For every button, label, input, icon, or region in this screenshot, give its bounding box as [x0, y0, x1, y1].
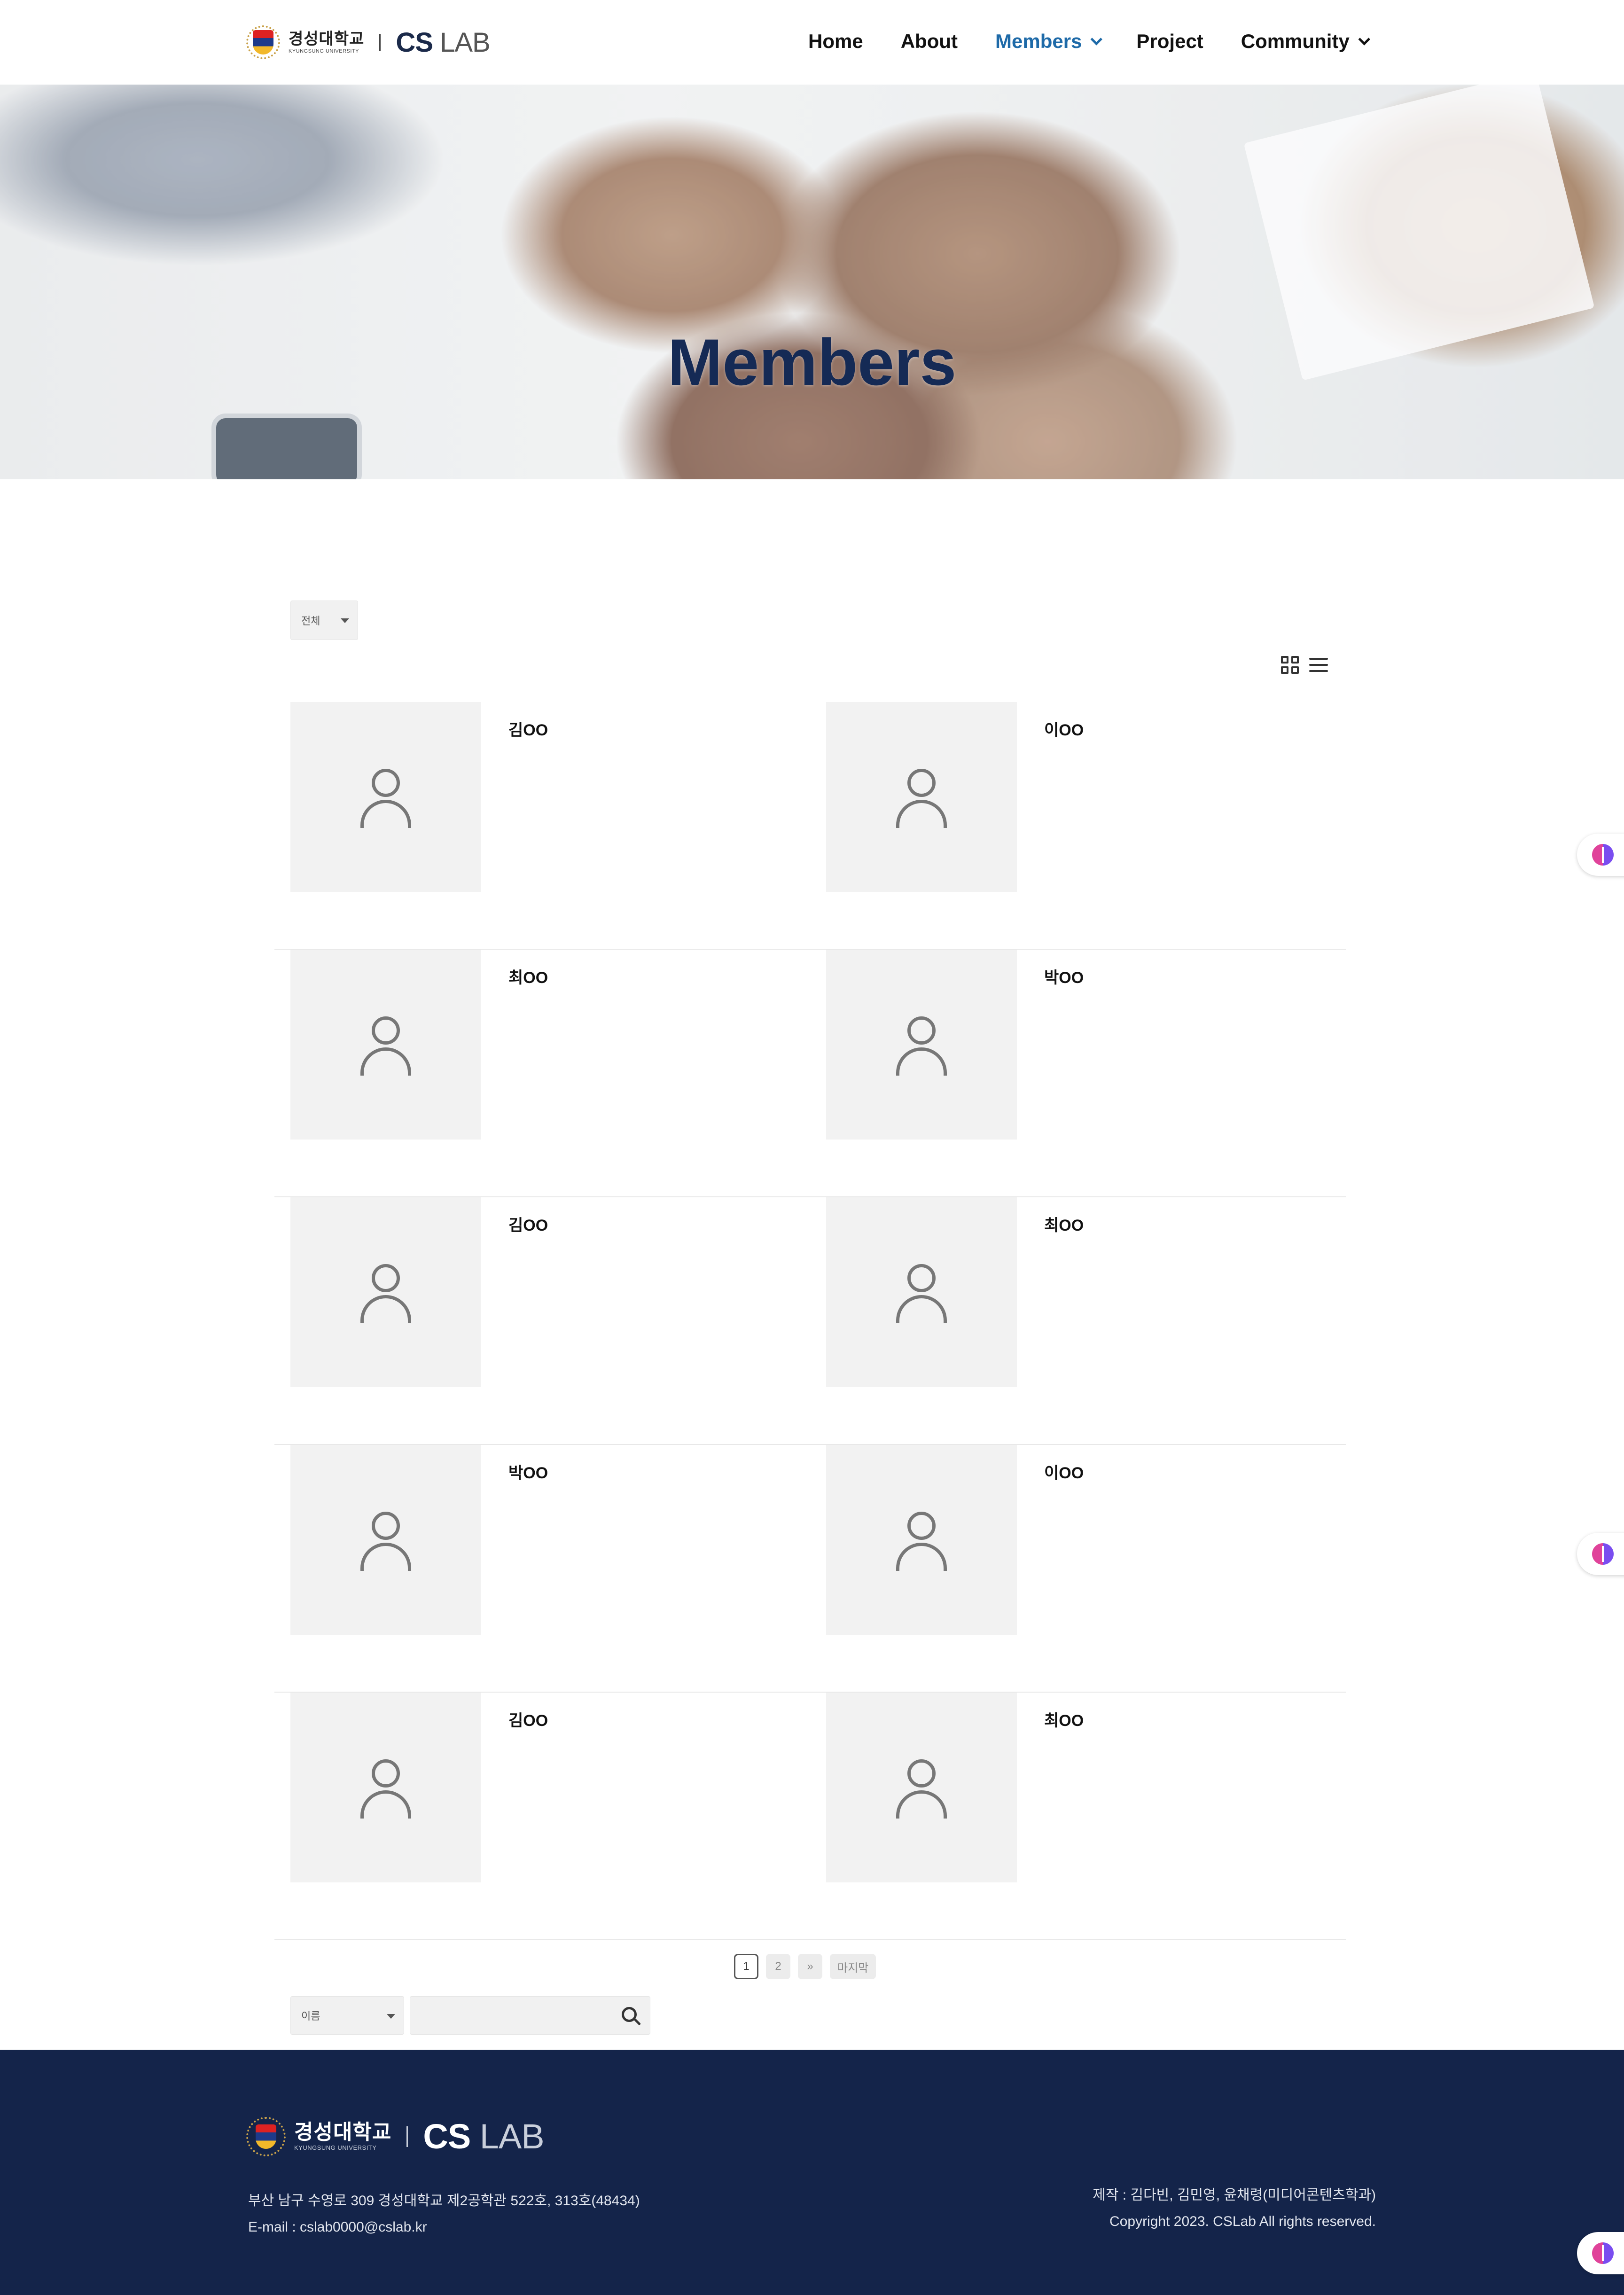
chevron-down-icon [1358, 33, 1370, 46]
member-row: 김OO 이OO [274, 702, 1346, 950]
user-icon [893, 1016, 950, 1076]
member-name[interactable]: 이OO [1044, 717, 1084, 740]
member-photo-placeholder [290, 1693, 481, 1882]
footer-contact: 부산 남구 수영로 309 경성대학교 제2공학관 522호, 313호(484… [248, 2188, 640, 2240]
floating-assistant-button[interactable] [1577, 1533, 1624, 1575]
member-card[interactable]: 김OO [290, 1197, 807, 1387]
brain-icon [1592, 1543, 1614, 1565]
nav-members[interactable]: Members [995, 30, 1103, 53]
member-photo-placeholder [290, 702, 481, 892]
next-page-button[interactable]: » [798, 1954, 822, 1979]
member-name[interactable]: 최OO [1044, 1708, 1084, 1731]
user-icon [358, 1016, 414, 1076]
footer-email: E-mail : cslab0000@cslab.kr [248, 2219, 427, 2235]
member-list: 김OO 이OO 최OO 박OO 김OO 최OO 박OO 이OO 김OO 최OO [274, 702, 1346, 1940]
user-icon [893, 769, 950, 828]
member-name[interactable]: 박OO [508, 1460, 548, 1483]
member-row: 김OO 최OO [274, 1693, 1346, 1940]
university-name-en: KYUNGSUNG UNIVERSITY [294, 2144, 377, 2151]
user-icon [358, 1512, 414, 1571]
member-card[interactable]: 최OO [290, 950, 807, 1140]
university-name-en: KYUNGSUNG UNIVERSITY [289, 48, 359, 54]
university-name-ko: 경성대학교 [289, 30, 365, 48]
floating-assistant-button[interactable] [1577, 2232, 1624, 2274]
logo-divider [406, 2126, 408, 2147]
chevron-down-icon [1090, 33, 1103, 46]
member-photo-placeholder [290, 1445, 481, 1635]
member-card[interactable]: 이OO [826, 1445, 1343, 1635]
grid-view-icon[interactable] [1281, 656, 1299, 674]
category-filter-select[interactable]: 전체 [290, 601, 358, 640]
nav-community[interactable]: Community [1241, 30, 1370, 53]
search-input[interactable] [410, 1996, 650, 2035]
pagination: 1 2 » 마지막 [734, 1954, 876, 1979]
site-header: 경성대학교 KYUNGSUNG UNIVERSITY CS LAB Home A… [0, 0, 1624, 85]
member-card[interactable]: 김OO [290, 702, 807, 892]
footer-copyright: Copyright 2023. CSLab All rights reserve… [1109, 2214, 1376, 2229]
member-name[interactable]: 최OO [1044, 1212, 1084, 1235]
hero-background-phone [211, 414, 362, 479]
brain-icon [1592, 844, 1614, 866]
member-card[interactable]: 박OO [826, 950, 1343, 1140]
footer-address: 부산 남구 수영로 309 경성대학교 제2공학관 522호, 313호(484… [248, 2193, 640, 2209]
member-name[interactable]: 최OO [508, 965, 548, 988]
member-row: 최OO 박OO [274, 950, 1346, 1197]
member-photo-placeholder [826, 1693, 1017, 1882]
page-title: Members [667, 325, 957, 399]
last-page-button[interactable]: 마지막 [830, 1954, 876, 1979]
member-row: 박OO 이OO [274, 1445, 1346, 1693]
footer-credits: 제작 : 김다빈, 김민영, 윤채령(미디어콘텐츠학과) Copyright 2… [1093, 2182, 1376, 2235]
site-logo[interactable]: 경성대학교 KYUNGSUNG UNIVERSITY CS LAB [246, 23, 491, 61]
member-name[interactable]: 박OO [1044, 965, 1084, 988]
member-card[interactable]: 김OO [290, 1693, 807, 1882]
member-photo-placeholder [826, 702, 1017, 892]
view-toggle [1281, 656, 1328, 674]
list-view-icon[interactable] [1309, 656, 1328, 674]
member-photo-placeholder [290, 950, 481, 1140]
page-2-button[interactable]: 2 [766, 1954, 790, 1979]
member-card[interactable]: 박OO [290, 1445, 807, 1635]
caret-down-icon [341, 618, 349, 623]
nav-about[interactable]: About [901, 30, 958, 53]
member-photo-placeholder [826, 1197, 1017, 1387]
user-icon [893, 1264, 950, 1323]
hero-banner: Members [0, 85, 1624, 479]
user-icon [893, 1512, 950, 1571]
member-card[interactable]: 이OO [826, 702, 1343, 892]
member-card[interactable]: 최OO [826, 1693, 1343, 1882]
member-photo-placeholder [826, 950, 1017, 1140]
lab-wordmark: CS LAB [423, 2117, 544, 2156]
footer-credits-text: 제작 : 김다빈, 김민영, 윤채령(미디어콘텐츠학과) [1093, 2187, 1376, 2203]
user-icon [358, 1264, 414, 1323]
footer-logo[interactable]: 경성대학교 KYUNGSUNG UNIVERSITY CS LAB [246, 2116, 545, 2156]
member-name[interactable]: 김OO [508, 717, 548, 740]
user-icon [358, 1759, 414, 1819]
member-name[interactable]: 김OO [508, 1212, 548, 1235]
user-icon [358, 769, 414, 828]
search-field-select[interactable]: 이름 [290, 1996, 404, 2035]
user-icon [893, 1759, 950, 1819]
brain-icon [1592, 2242, 1614, 2264]
member-row: 김OO 최OO [274, 1197, 1346, 1445]
floating-assistant-button[interactable] [1577, 834, 1624, 876]
nav-home[interactable]: Home [808, 30, 863, 53]
university-seal-icon [246, 2116, 286, 2156]
member-name[interactable]: 이OO [1044, 1460, 1084, 1483]
member-photo-placeholder [826, 1445, 1017, 1635]
logo-divider [379, 34, 381, 51]
university-seal-icon [246, 25, 280, 59]
page-1-button[interactable]: 1 [734, 1954, 758, 1979]
member-name[interactable]: 김OO [508, 1708, 548, 1731]
site-footer: 경성대학교 KYUNGSUNG UNIVERSITY CS LAB 부산 남구 … [0, 2050, 1624, 2295]
search-icon[interactable] [622, 2007, 637, 2022]
lab-wordmark: CS LAB [396, 27, 490, 58]
member-card[interactable]: 최OO [826, 1197, 1343, 1387]
caret-down-icon [387, 2014, 395, 2019]
nav-project[interactable]: Project [1136, 30, 1203, 53]
university-name-ko: 경성대학교 [294, 2121, 392, 2144]
main-nav: Home About Members Project Community [808, 27, 1404, 55]
member-photo-placeholder [290, 1197, 481, 1387]
